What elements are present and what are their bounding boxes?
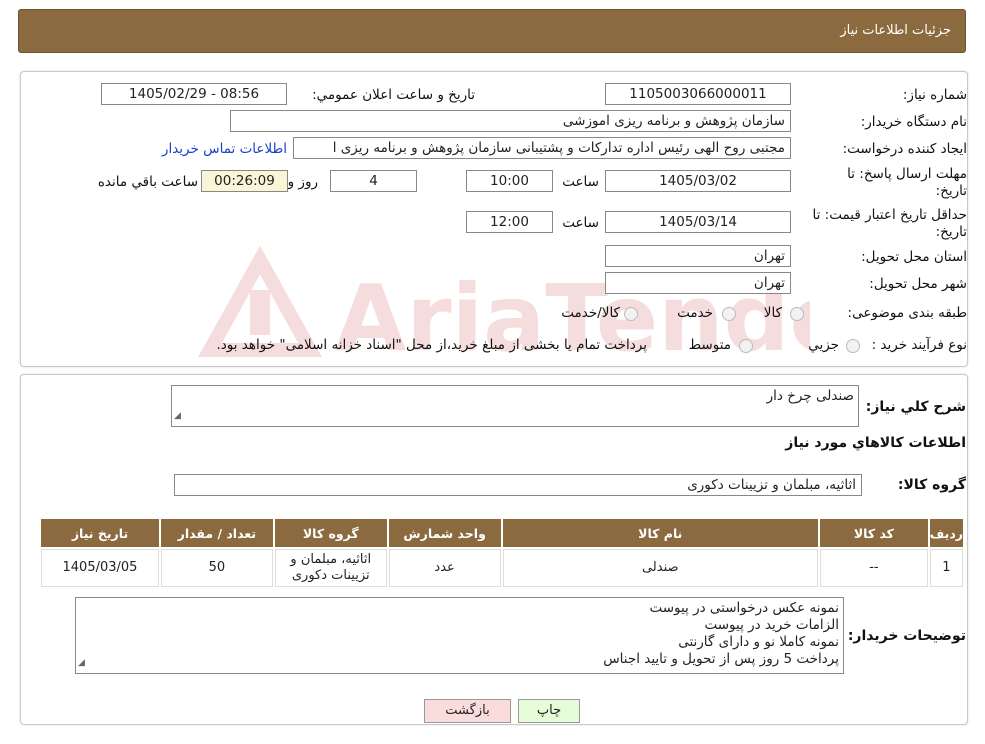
- cell-row-no: 1: [929, 549, 963, 587]
- process-radio-minor[interactable]: [846, 339, 860, 353]
- category-option-service: خدمت: [677, 305, 713, 321]
- buyer-note-line: نمونه کاملا نو و دارای گارنتی: [678, 634, 839, 650]
- deadline-date-suffix: تاريخ:: [935, 183, 967, 199]
- goods-table-header: رديف کد کالا نام کالا واحد شمارش گروه کا…: [41, 519, 963, 547]
- days-label: روز و: [287, 174, 318, 190]
- goods-table: رديف کد کالا نام کالا واحد شمارش گروه کا…: [39, 517, 965, 589]
- days-field: 4: [330, 170, 417, 192]
- table-row: 1 -- صندلی عدد اثاثيه، مبلمان و تزيينات …: [41, 549, 963, 587]
- category-radio-goods[interactable]: [790, 307, 804, 321]
- category-radio-both[interactable]: [624, 307, 638, 321]
- summary-textarea[interactable]: صندلی چرخ دار ◢: [171, 385, 859, 427]
- cell-unit: عدد: [388, 549, 501, 587]
- cell-name: صندلی: [502, 549, 818, 587]
- cell-code: --: [819, 549, 928, 587]
- validity-date-field: 1405/03/14: [605, 211, 791, 233]
- announce-field: 1405/02/29 - 08:56: [101, 83, 287, 105]
- summary-text: صندلی چرخ دار: [766, 388, 854, 404]
- deadline-time-field: 10:00: [466, 170, 553, 192]
- goods-group-label: گروه کالا:: [897, 477, 966, 493]
- page-header: جزئیات اطلاعات نیاز: [18, 9, 966, 53]
- buyer-contact-link[interactable]: اطلاعات تماس خريدار: [162, 141, 287, 157]
- col-row-no: رديف: [929, 519, 963, 547]
- resize-grip-icon[interactable]: ◢: [174, 408, 181, 425]
- cell-group: اثاثيه، مبلمان و تزيينات دکوری: [274, 549, 387, 587]
- cell-date: 1405/03/05: [41, 549, 159, 587]
- goods-info-title: اطلاعات کالاهاي مورد نياز: [785, 435, 966, 451]
- validity-time-field: 12:00: [466, 211, 553, 233]
- process-label: نوع فرآيند خريد :: [871, 337, 967, 353]
- col-group: گروه کالا: [274, 519, 387, 547]
- goods-group-field: اثاثيه، مبلمان و تزيينات دکوری: [174, 474, 862, 496]
- col-unit: واحد شمارش: [388, 519, 501, 547]
- city-field: تهران: [605, 272, 791, 294]
- creator-label: ايجاد کننده درخواست:: [842, 141, 967, 157]
- buyer-note-line: الزامات خرید در پیوست: [704, 617, 839, 633]
- need-number-field: 1105003066000011: [605, 83, 791, 105]
- deadline-date-field: 1405/03/02: [605, 170, 791, 192]
- deadline-time-label: ساعت: [562, 174, 599, 190]
- city-label: شهر محل تحويل:: [869, 276, 967, 292]
- validity-label: حداقل تاريخ اعتبار قيمت: تا: [812, 207, 967, 223]
- buyer-org-label: نام دستگاه خريدار:: [860, 114, 967, 130]
- col-code: کد کالا: [819, 519, 928, 547]
- remaining-label: ساعت باقي مانده: [97, 174, 198, 190]
- process-note: پرداخت تمام یا بخشی از مبلغ خرید،از محل …: [216, 337, 647, 353]
- print-button[interactable]: چاپ: [518, 699, 580, 723]
- col-qty: تعداد / مقدار: [160, 519, 273, 547]
- remaining-time-field: 00:26:09: [201, 170, 288, 192]
- process-option-medium: متوسط: [688, 337, 731, 353]
- col-name: نام کالا: [502, 519, 818, 547]
- cell-qty: 50: [160, 549, 273, 587]
- buyer-notes-textarea[interactable]: نمونه عکس درخواستی در پیوست الزامات خرید…: [75, 597, 844, 674]
- validity-time-label: ساعت: [562, 215, 599, 231]
- announce-label: تاريخ و ساعت اعلان عمومي:: [312, 87, 475, 103]
- deadline-label: مهلت ارسال پاسخ: تا: [847, 166, 967, 182]
- process-option-minor: جزيي: [808, 337, 839, 353]
- buyer-org-field: سازمان پژوهش و برنامه ریزی اموزشی: [230, 110, 791, 132]
- buyer-note-line: پرداخت 5 روز پس از تحویل و تایید اجناس: [603, 651, 839, 667]
- page-title: جزئیات اطلاعات نیاز: [840, 23, 951, 38]
- process-radio-medium[interactable]: [739, 339, 753, 353]
- col-date: تاريخ نياز: [41, 519, 159, 547]
- category-option-goods: کالا: [763, 305, 782, 321]
- summary-label: شرح کلي نياز:: [865, 399, 966, 415]
- back-button[interactable]: بازگشت: [424, 699, 511, 723]
- category-radio-service[interactable]: [722, 307, 736, 321]
- validity-date-suffix: تاريخ:: [935, 224, 967, 240]
- buyer-note-line: نمونه عکس درخواستی در پیوست: [649, 600, 839, 616]
- province-label: استان محل تحويل:: [861, 249, 967, 265]
- buyer-notes-label: توضيحات خريدار:: [847, 628, 966, 644]
- province-field: تهران: [605, 245, 791, 267]
- creator-field: مجتبی روح الهی رئیس اداره تدارکات و پشتی…: [293, 137, 791, 159]
- need-number-label: شماره نیاز:: [902, 87, 967, 103]
- resize-grip-icon[interactable]: ◢: [78, 655, 85, 672]
- category-label: طبقه بندی موضوعی:: [847, 305, 967, 321]
- category-option-both: کالا/خدمت: [561, 305, 620, 321]
